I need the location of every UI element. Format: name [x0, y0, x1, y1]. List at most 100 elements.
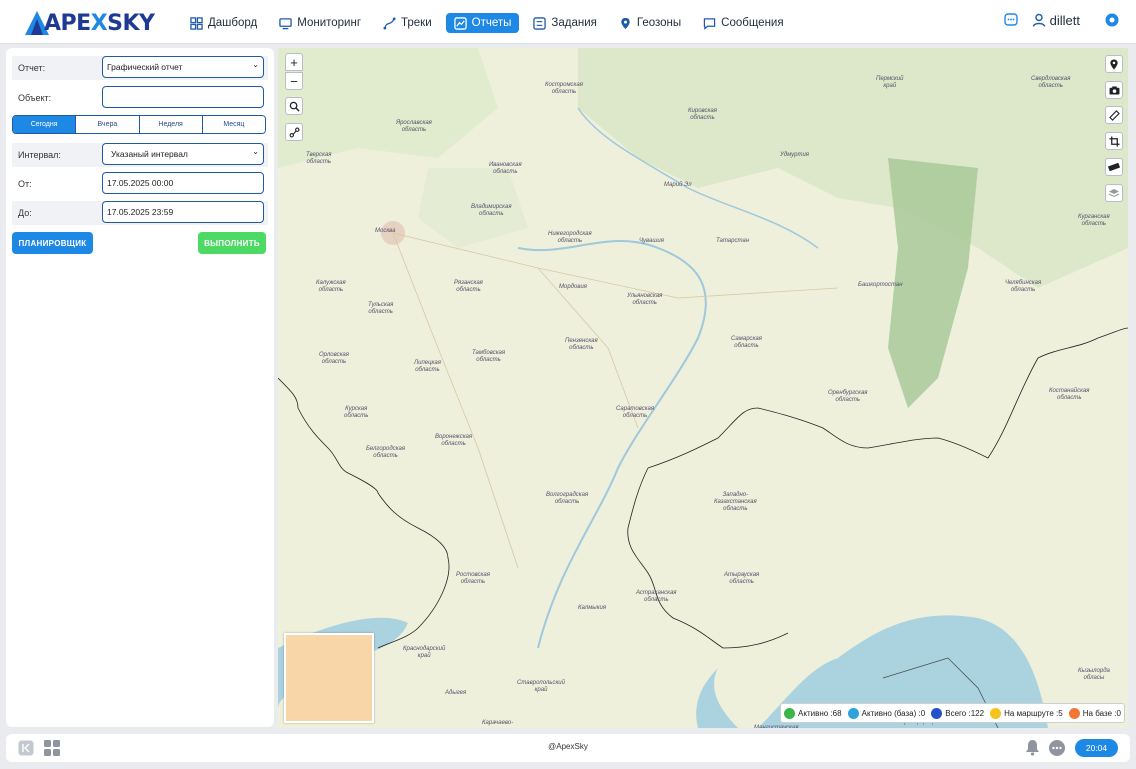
map-region-label: Волгоградская область	[546, 492, 589, 505]
nav-tracks[interactable]: Треки	[375, 13, 440, 33]
chat-bubble-icon[interactable]	[1003, 13, 1018, 27]
report-select[interactable]: Графический отчет ⌄	[102, 56, 264, 78]
report-form-panel: Отчет: Графический отчет ⌄ Объект: Сегод…	[6, 48, 274, 727]
main-nav: Дашборд Мониторинг Треки Отчеты Задания …	[182, 13, 792, 33]
chat-icon[interactable]	[1048, 739, 1066, 757]
map-region-label: Астраханская область	[636, 590, 677, 603]
period-segmented-control: Сегодня Вчера Неделя Месяц	[12, 115, 266, 134]
crop-tool-button[interactable]	[1105, 132, 1123, 150]
route-tool-button[interactable]	[285, 123, 303, 141]
clock-badge: 20:04	[1075, 739, 1118, 757]
app-root: APEXSKY Дашборд Мониторинг Треки Отчеты …	[0, 0, 1136, 769]
footer-bar: @ApexSky 20:04	[6, 734, 1130, 762]
map-region-label: Кировская область	[688, 108, 717, 121]
screenshot-button[interactable]	[1105, 81, 1123, 99]
status-dot-icon	[1068, 707, 1080, 719]
notifications-bell-icon[interactable]	[1025, 739, 1040, 756]
map-region-label: Тверская область	[306, 152, 332, 165]
map-region-label: Ярославская область	[396, 120, 432, 133]
object-input[interactable]	[102, 86, 264, 108]
map-region-label: Адыгея	[445, 690, 467, 696]
scheduler-button[interactable]: ПЛАНИРОВЩИК	[12, 232, 93, 254]
map-view[interactable]: Костромская область Ярославская область Ки…	[278, 48, 1128, 728]
map-region-label: Башкортостан	[858, 282, 903, 288]
nav-label: Отчеты	[471, 17, 512, 29]
map-region-label: Рязанская область	[454, 280, 483, 293]
legend-item-active-base: Активно (база) :0	[847, 707, 926, 719]
map-region-label: Курганская область	[1078, 214, 1110, 227]
search-icon	[289, 101, 300, 112]
interval-select-value: Указаный интервал	[111, 149, 188, 159]
map-region-label: Тамбовская область	[472, 350, 506, 363]
nav-label: Дашборд	[208, 17, 258, 29]
draw-tool-button[interactable]	[1105, 106, 1123, 124]
map-region-label: Липецкая область	[414, 360, 441, 373]
legend-label: На базе :0	[1082, 708, 1121, 718]
crop-icon	[1108, 135, 1120, 147]
map-region-label: Татарстан	[716, 238, 750, 244]
map-region-label: Нижегородская область	[548, 231, 592, 244]
nav-reports[interactable]: Отчеты	[445, 13, 520, 33]
overview-minimap[interactable]	[284, 633, 374, 723]
map-region-label: Пензенская область	[565, 338, 598, 351]
logo-text: APEXSKY	[44, 10, 155, 36]
legend-label: Активно (база) :0	[861, 708, 926, 718]
period-today[interactable]: Сегодня	[13, 116, 77, 133]
search-map-button[interactable]	[285, 97, 303, 115]
to-label: До:	[18, 208, 32, 218]
map-region-label: Владимирская область	[471, 204, 512, 217]
map-region-label: Воронежская область	[435, 434, 473, 447]
map-region-label: Краснодарский край	[403, 646, 446, 659]
map-region-label: Карачаево-	[482, 720, 514, 726]
nav-geozones[interactable]: Геозоны	[611, 13, 689, 33]
to-datetime-input[interactable]: 17.05.2025 23:59	[102, 201, 264, 223]
camera-icon	[1109, 85, 1119, 95]
track-icon	[383, 16, 396, 30]
map-region-label: Калмыкия	[578, 605, 607, 611]
username: dillett	[1049, 12, 1080, 28]
user-menu[interactable]: dillett	[1032, 13, 1080, 28]
nav-messages[interactable]: Сообщения	[695, 13, 791, 33]
from-datetime-input[interactable]: 17.05.2025 00:00	[102, 172, 264, 194]
tasks-icon	[533, 16, 547, 30]
map-region-label: Пермский край	[876, 76, 904, 89]
nav-dashboard[interactable]: Дашборд	[182, 13, 265, 33]
legend-item-at-base: На базе :0	[1068, 707, 1121, 719]
user-icon	[1032, 13, 1045, 27]
measure-tool-button[interactable]	[1105, 158, 1123, 176]
period-month[interactable]: Месяц	[202, 116, 265, 133]
nav-label: Геозоны	[636, 17, 682, 29]
chevron-down-icon: ⌄	[252, 147, 259, 156]
interval-select[interactable]: Указаный интервал ⌄	[102, 143, 264, 165]
period-week[interactable]: Неделя	[139, 116, 203, 133]
period-yesterday[interactable]: Вчера	[76, 116, 140, 133]
map-region-label: Самарская область	[731, 336, 762, 349]
message-icon	[703, 17, 716, 30]
legend-item-on-route: На маршруте :5	[990, 707, 1063, 719]
top-header: APEXSKY Дашборд Мониторинг Треки Отчеты …	[0, 0, 1136, 44]
nav-label: Задания	[551, 17, 597, 29]
legend-item-total: Всего :122	[931, 707, 984, 719]
nav-monitoring[interactable]: Мониторинг	[271, 13, 369, 33]
map-region-label: Западно- Казахстанская область	[714, 492, 757, 512]
map-region-label: Ульяновская область	[627, 293, 663, 306]
report-select-value: Графический отчет	[107, 62, 183, 72]
layers-icon	[1108, 188, 1120, 197]
dashboard-icon	[190, 16, 203, 30]
monitor-icon	[279, 17, 292, 29]
map-region-label: Москва	[375, 228, 396, 234]
zoom-in-button[interactable]: +	[285, 53, 303, 71]
object-label: Объект:	[18, 93, 52, 103]
map-region-label: Марий Эл	[664, 182, 692, 188]
apexsky-logo[interactable]: APEXSKY	[24, 8, 155, 38]
nav-tasks[interactable]: Задания	[525, 13, 604, 33]
settings-gear-icon[interactable]	[1104, 12, 1120, 28]
route-icon	[289, 127, 299, 137]
run-button[interactable]: ВЫПОЛНИТЬ	[198, 232, 266, 254]
map-region-label: Костромская область	[545, 82, 583, 95]
pin-tool-button[interactable]	[1105, 55, 1123, 73]
map-region-label: Мордовия	[559, 284, 587, 290]
map-region-label: Оренбургская область	[828, 390, 868, 403]
zoom-out-button[interactable]: −	[285, 72, 303, 90]
layers-button[interactable]	[1105, 184, 1123, 202]
